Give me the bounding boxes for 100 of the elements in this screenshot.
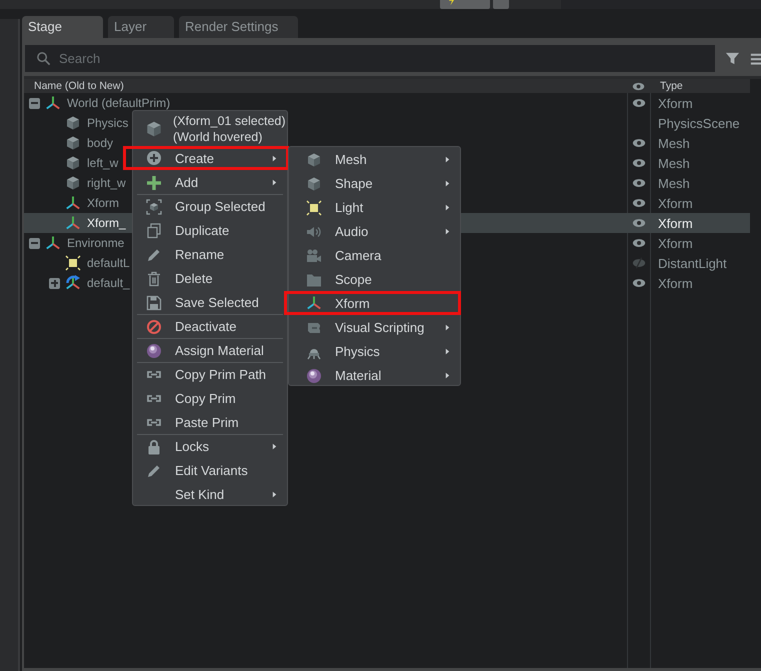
plus-icon <box>146 174 162 190</box>
trash-icon <box>146 270 162 286</box>
menu-item[interactable]: Group Selected <box>137 194 283 218</box>
axes-icon <box>65 195 81 211</box>
prim-name[interactable]: default_ <box>87 276 130 290</box>
column-title: Name (Old to New) <box>33 80 125 92</box>
menu-item[interactable]: Shape <box>297 171 456 195</box>
eye-icon <box>632 156 646 170</box>
menu-item[interactable]: Audio <box>297 219 456 243</box>
collapse-toggle[interactable] <box>29 98 40 108</box>
eye-off-icon <box>632 256 646 270</box>
menu-item[interactable]: Scope <box>297 267 456 291</box>
prohibited-icon <box>146 318 162 334</box>
collapse-toggle[interactable] <box>29 238 40 248</box>
prim-type: Xform <box>658 276 693 290</box>
eye-icon <box>632 236 646 250</box>
prim-type: Xform <box>658 96 693 110</box>
menu-icon[interactable] <box>750 52 761 66</box>
search-icon <box>36 51 51 66</box>
cube-icon <box>65 115 81 131</box>
lock-icon <box>146 438 162 454</box>
submenu-arrow-icon <box>270 490 279 499</box>
pencil-icon <box>146 246 162 262</box>
camera-icon <box>306 248 322 264</box>
menu-item[interactable]: Copy Prim Path <box>137 362 283 386</box>
prim-name[interactable]: Xform <box>87 196 120 210</box>
sphere-icon <box>306 368 322 384</box>
cube-icon <box>65 175 81 191</box>
plus-circle-icon <box>146 150 162 166</box>
submenu-arrow-icon <box>443 323 452 332</box>
prim-name[interactable]: right_w <box>87 176 126 190</box>
menu-item[interactable]: Physics <box>297 339 456 363</box>
submenu-arrow-icon <box>270 442 279 451</box>
menu-item[interactable]: Delete <box>137 266 283 290</box>
menu-item[interactable]: Duplicate <box>137 218 283 242</box>
menu-item[interactable]: Assign Material <box>137 338 283 362</box>
menu-item[interactable]: Visual Scripting <box>297 315 456 339</box>
cube-icon <box>306 176 322 192</box>
prim-name[interactable]: body <box>87 136 114 150</box>
menu-item[interactable]: Paste Prim <box>137 410 283 434</box>
save-icon <box>146 294 162 310</box>
menu-header-text: (Xform_01 selected) <box>173 112 286 128</box>
menu-item[interactable]: Edit Variants <box>137 458 283 482</box>
submenu-arrow-icon <box>443 347 452 356</box>
submenu-arrow-icon <box>443 371 452 380</box>
menu-item[interactable]: Light <box>297 195 456 219</box>
duplicate-icon <box>146 222 162 238</box>
menu-item[interactable]: Camera <box>297 243 456 267</box>
menu-item[interactable]: Deactivate <box>137 314 283 338</box>
eye-icon <box>632 216 646 230</box>
column-title: Type <box>659 80 683 92</box>
folder-icon <box>306 272 322 288</box>
tab[interactable]: Render Settings <box>179 16 298 38</box>
submenu-arrow-icon <box>443 203 452 212</box>
group-icon <box>146 198 162 214</box>
prim-type: Mesh <box>658 156 690 170</box>
menu-item[interactable]: Copy Prim <box>137 386 283 410</box>
menu-item[interactable]: Add <box>137 170 283 194</box>
eye-icon <box>632 96 646 110</box>
axes-icon <box>45 235 61 251</box>
cube-icon <box>65 135 81 151</box>
tab[interactable]: Stage <box>22 16 103 38</box>
prim-name[interactable]: Environme <box>67 236 124 250</box>
light-icon <box>65 255 81 271</box>
menu-item[interactable]: Set Kind <box>137 482 283 506</box>
menu-item[interactable]: Material <box>297 363 456 387</box>
submenu-arrow-icon <box>443 227 452 236</box>
prim-name[interactable]: left_w <box>87 156 118 170</box>
prim-name[interactable]: defaultL <box>87 256 130 270</box>
submenu-arrow-icon <box>443 155 452 164</box>
cube-icon <box>145 120 163 138</box>
menu-item[interactable]: Locks <box>137 434 283 458</box>
axes-icon <box>45 95 61 111</box>
prim-type: PhysicsScene <box>658 116 740 130</box>
prim-type: DistantLight <box>658 256 727 270</box>
prim-type: Xform <box>658 196 693 210</box>
prim-type: Mesh <box>658 176 690 190</box>
prim-name[interactable]: Physics <box>87 116 128 130</box>
axes-arrow-icon <box>65 275 81 291</box>
prim-type: Xform <box>658 236 693 250</box>
menu-item[interactable]: Xform <box>284 291 461 315</box>
menu-item[interactable]: Save Selected <box>137 290 283 314</box>
prim-name[interactable]: World (defaultPrim) <box>67 96 170 110</box>
menu-item[interactable]: Rename <box>137 242 283 266</box>
submenu-arrow-icon <box>270 178 279 187</box>
expand-toggle[interactable] <box>49 278 60 288</box>
prim-name[interactable]: Xform_ <box>87 216 126 230</box>
menu-header-text: (World hovered) <box>173 128 264 144</box>
tab[interactable]: Layer <box>108 16 174 38</box>
eye-icon <box>632 196 646 210</box>
submenu-arrow-icon <box>443 179 452 188</box>
eye-icon <box>632 136 646 150</box>
submenu-arrow-icon <box>270 154 279 162</box>
menu-item[interactable]: Mesh <box>297 147 456 171</box>
cube-icon <box>306 152 322 168</box>
prim-type: Mesh <box>658 136 690 150</box>
filter-icon[interactable] <box>725 51 740 66</box>
menu-item[interactable]: Create <box>123 146 289 170</box>
axes-icon <box>306 295 322 311</box>
light-icon <box>306 200 322 216</box>
